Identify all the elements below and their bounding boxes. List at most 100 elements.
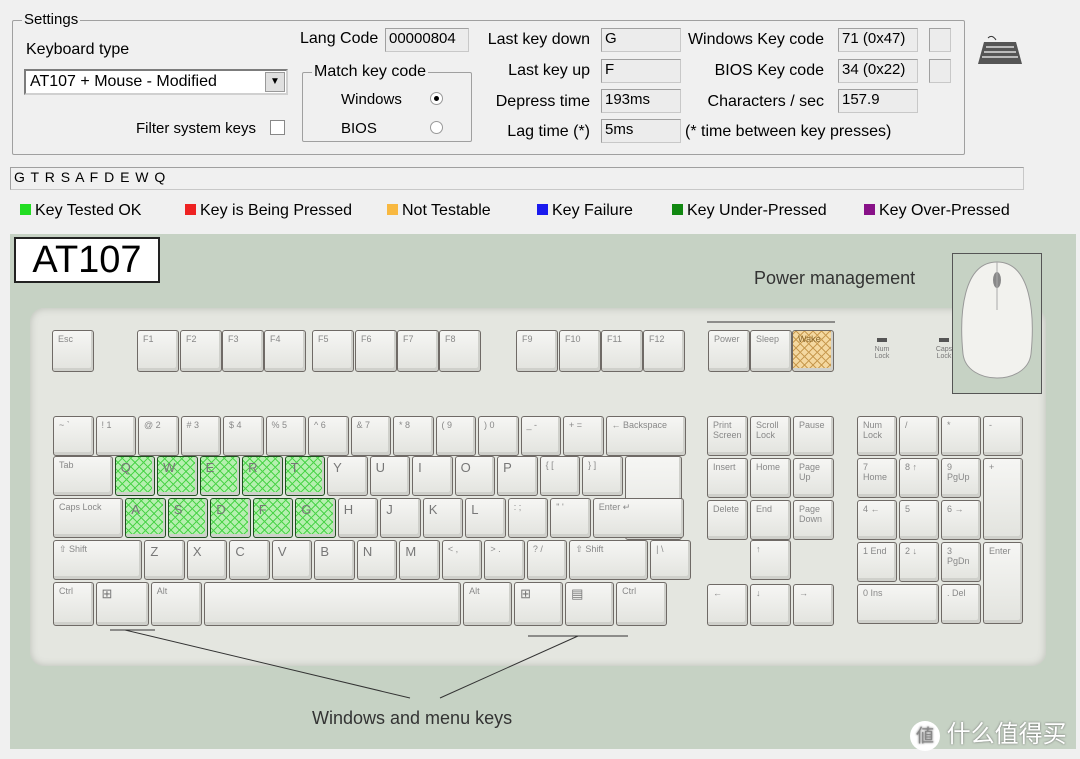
key--backspace[interactable]: ← Backspace bbox=[605, 416, 687, 456]
key-e[interactable]: E bbox=[199, 456, 241, 496]
key-t[interactable]: T bbox=[284, 456, 326, 496]
key-tab[interactable]: Tab bbox=[53, 456, 113, 496]
key-f8[interactable]: F8 bbox=[439, 330, 481, 372]
key-k[interactable]: K bbox=[422, 498, 464, 538]
key-u[interactable]: U bbox=[369, 456, 411, 496]
key-alt[interactable]: Alt bbox=[150, 582, 202, 626]
key-v[interactable]: V bbox=[271, 540, 313, 580]
key--[interactable]: > . bbox=[484, 540, 525, 580]
numpad-key[interactable]: 1 End bbox=[857, 542, 897, 582]
key-f5[interactable]: F5 bbox=[312, 330, 354, 372]
key--[interactable]: { [ bbox=[539, 456, 581, 496]
bios-radio[interactable] bbox=[430, 121, 443, 134]
key-f2[interactable]: F2 bbox=[180, 330, 222, 372]
spacebar-key[interactable] bbox=[203, 582, 462, 626]
arrow-key[interactable]: ↓ bbox=[750, 584, 791, 626]
filter-system-keys-checkbox[interactable] bbox=[270, 120, 285, 135]
numpad-key[interactable]: 2 ↓ bbox=[899, 542, 939, 582]
key--[interactable]: ▤ bbox=[565, 582, 615, 626]
key--[interactable]: ? / bbox=[526, 540, 568, 580]
key-m[interactable]: M bbox=[399, 540, 440, 580]
nav-key[interactable]: Home bbox=[750, 458, 791, 498]
chevron-down-icon[interactable]: ▼ bbox=[265, 72, 285, 92]
key-wake[interactable]: Wake bbox=[792, 330, 834, 372]
nav-key[interactable]: Print Screen bbox=[707, 416, 748, 456]
key-h[interactable]: H bbox=[337, 498, 379, 538]
key-power[interactable]: Power bbox=[708, 330, 750, 372]
key-ctrl[interactable]: Ctrl bbox=[616, 582, 668, 626]
key-sleep[interactable]: Sleep bbox=[750, 330, 792, 372]
key-f10[interactable]: F10 bbox=[559, 330, 601, 372]
key-ctrl[interactable]: Ctrl bbox=[53, 582, 94, 626]
arrow-up-key[interactable]: ↑ bbox=[750, 540, 791, 580]
numpad-key[interactable]: - bbox=[983, 416, 1023, 456]
numpad-key[interactable]: Num Lock bbox=[857, 416, 897, 456]
key-l[interactable]: L bbox=[465, 498, 506, 538]
arrow-key[interactable]: ← bbox=[707, 584, 748, 626]
nav-key[interactable]: Pause bbox=[793, 416, 834, 456]
key-f9[interactable]: F9 bbox=[516, 330, 558, 372]
key-f[interactable]: F bbox=[252, 498, 294, 538]
numpad-key[interactable]: 0 Ins bbox=[857, 584, 939, 624]
numpad-key[interactable]: 6 → bbox=[941, 500, 981, 540]
windows-radio[interactable] bbox=[430, 92, 443, 105]
numpad-key[interactable]: * bbox=[941, 416, 981, 456]
key-f12[interactable]: F12 bbox=[643, 330, 685, 372]
key--[interactable]: : ; bbox=[507, 498, 549, 538]
key-z[interactable]: Z bbox=[144, 540, 185, 580]
key-d[interactable]: D bbox=[210, 498, 251, 538]
key-caps-lock[interactable]: Caps Lock bbox=[53, 498, 124, 538]
key-n[interactable]: N bbox=[356, 540, 398, 580]
key-a[interactable]: A bbox=[125, 498, 166, 538]
key--[interactable]: ⊞ bbox=[514, 582, 564, 626]
nav-key[interactable]: Scroll Lock bbox=[750, 416, 791, 456]
key-alt[interactable]: Alt bbox=[463, 582, 513, 626]
nav-key[interactable]: Page Up bbox=[793, 458, 834, 498]
nav-key[interactable]: Page Down bbox=[793, 500, 834, 540]
key--3[interactable]: # 3 bbox=[180, 416, 221, 456]
key--[interactable]: ~ ` bbox=[53, 416, 94, 456]
key-q[interactable]: Q bbox=[114, 456, 156, 496]
key--0[interactable]: ) 0 bbox=[478, 416, 519, 456]
key-g[interactable]: G bbox=[295, 498, 336, 538]
key-o[interactable]: O bbox=[454, 456, 496, 496]
numpad-key[interactable]: 9 PgUp bbox=[941, 458, 981, 498]
key-f1[interactable]: F1 bbox=[137, 330, 179, 372]
key--[interactable]: < , bbox=[441, 540, 483, 580]
numpad-key[interactable]: / bbox=[899, 416, 939, 456]
keyboard-type-select[interactable]: AT107 + Mouse - Modified ▼ bbox=[24, 69, 288, 95]
key--2[interactable]: @ 2 bbox=[138, 416, 179, 456]
numpad-key[interactable]: 3 PgDn bbox=[941, 542, 981, 582]
key-f3[interactable]: F3 bbox=[222, 330, 264, 372]
key-enter-[interactable]: Enter ↵ bbox=[592, 498, 685, 538]
key--4[interactable]: $ 4 bbox=[223, 416, 264, 456]
key-w[interactable]: W bbox=[157, 456, 198, 496]
key-i[interactable]: I bbox=[412, 456, 453, 496]
key--[interactable]: + = bbox=[563, 416, 604, 456]
key-s[interactable]: S bbox=[167, 498, 209, 538]
key--6[interactable]: ^ 6 bbox=[308, 416, 349, 456]
key--8[interactable]: * 8 bbox=[393, 416, 434, 456]
key--5[interactable]: % 5 bbox=[265, 416, 306, 456]
numpad-key[interactable]: . Del bbox=[941, 584, 981, 624]
numpad-key[interactable]: + bbox=[983, 458, 1023, 540]
key-r[interactable]: R bbox=[242, 456, 283, 496]
key--9[interactable]: ( 9 bbox=[435, 416, 476, 456]
key--[interactable]: _ - bbox=[520, 416, 561, 456]
nav-key[interactable]: Insert bbox=[707, 458, 748, 498]
key-f7[interactable]: F7 bbox=[397, 330, 439, 372]
key--[interactable]: " ' bbox=[550, 498, 591, 538]
nav-key[interactable]: Delete bbox=[707, 500, 748, 540]
key--[interactable]: | \ bbox=[650, 540, 691, 580]
key-c[interactable]: C bbox=[229, 540, 270, 580]
numpad-key[interactable]: Enter bbox=[983, 542, 1023, 624]
key-x[interactable]: X bbox=[186, 540, 228, 580]
key-esc[interactable]: Esc bbox=[52, 330, 94, 372]
key-f11[interactable]: F11 bbox=[601, 330, 643, 372]
arrow-key[interactable]: → bbox=[793, 584, 834, 626]
key--[interactable]: } ] bbox=[582, 456, 623, 496]
key-f6[interactable]: F6 bbox=[355, 330, 397, 372]
key-p[interactable]: P bbox=[497, 456, 538, 496]
key-y[interactable]: Y bbox=[327, 456, 368, 496]
key--shift[interactable]: ⇧ Shift bbox=[569, 540, 649, 580]
